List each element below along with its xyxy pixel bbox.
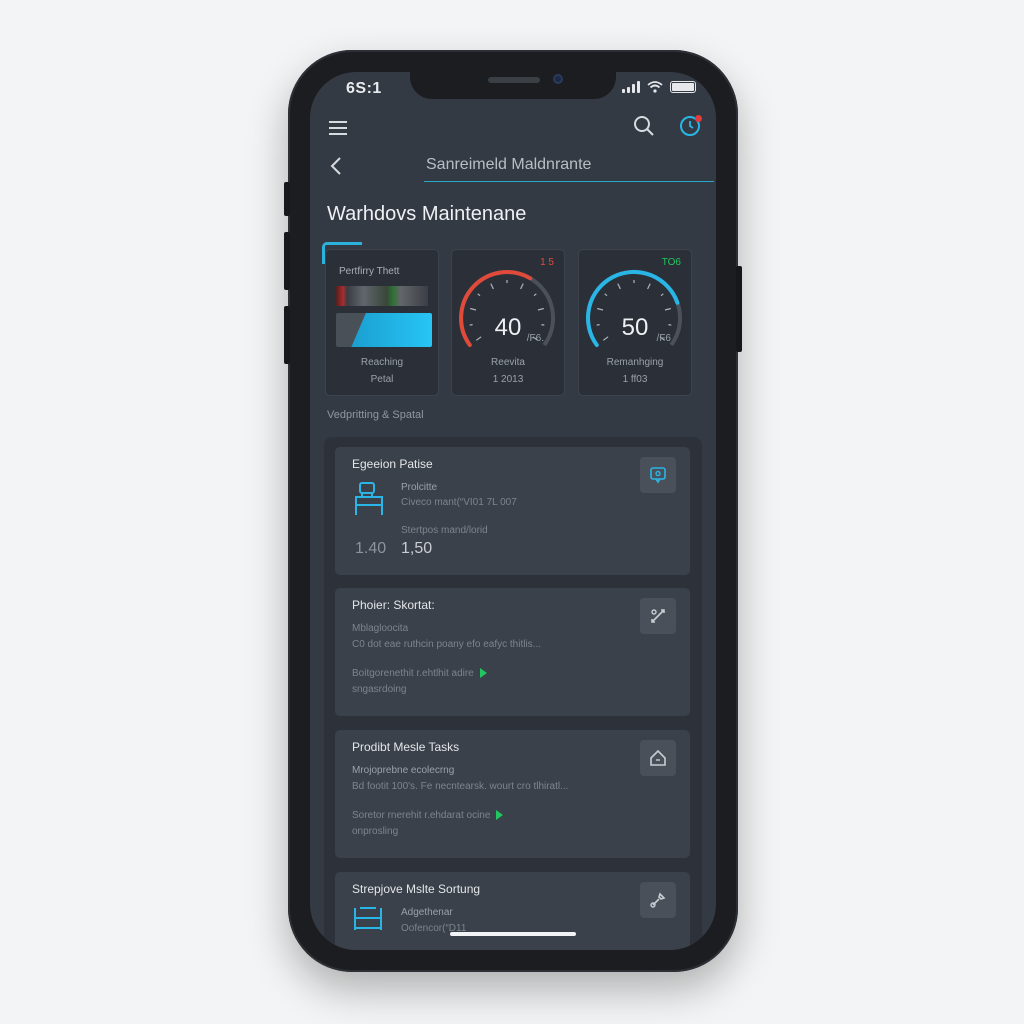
menu-icon[interactable]	[326, 116, 350, 140]
performance-card[interactable]: Pertfirry Thett Reaching Petal	[325, 249, 439, 396]
task-value-b: 1,50	[401, 540, 433, 557]
task-detail: Soretor rnerehit r.ehdarat ocine	[352, 810, 504, 821]
gauge-tick	[660, 293, 664, 297]
task-card[interactable]: Strepjove Mslte Sortung Adgethenar Oofen…	[335, 872, 690, 950]
notch	[410, 72, 616, 99]
gauge-tick	[520, 283, 524, 290]
notification-dot	[695, 115, 702, 122]
home-icon[interactable]	[640, 740, 676, 776]
task-action-label: Soretor rnerehit r.ehdarat ocine	[352, 810, 491, 821]
task-title: Phoier: Skortat:	[352, 598, 435, 612]
gauge-unit: /F6.	[526, 333, 544, 344]
card-label-secondary: 1 ff03	[622, 374, 648, 385]
gauge-tick	[537, 307, 544, 311]
nav-title: Sanreimeld Maldnrante	[426, 156, 592, 173]
task-detail: sngasrdoing	[352, 684, 407, 695]
status-icons	[622, 81, 696, 93]
task-action-label: Boitgorenethit r.ehtlhit adire	[352, 668, 474, 679]
card-label-primary: Reaching	[360, 357, 404, 368]
volume-up-button	[284, 232, 290, 290]
gauge-value: 50	[621, 314, 649, 341]
heatmap-bar	[336, 286, 428, 306]
signal-icon	[622, 81, 640, 93]
speaker	[488, 77, 540, 83]
card-label-primary: Remanhging	[606, 357, 664, 368]
status-time: 6S:1	[346, 80, 382, 97]
card-label-primary: Reevita	[491, 357, 525, 368]
task-detail: Civeco mant(“VI01 7L 007	[401, 497, 517, 508]
gauge-tick	[477, 293, 481, 297]
gauge-tick	[470, 307, 477, 311]
task-card[interactable]: Phoier: Skortat: Mblagloocita C0 dot eae…	[335, 588, 690, 716]
search-icon[interactable]	[632, 114, 656, 138]
gauge-tick	[490, 283, 494, 290]
volume-down-button	[284, 306, 290, 364]
task-detail: Boitgorenethit r.ehtlhit adire	[352, 668, 487, 679]
gauge-card-blue[interactable]: TO6 50 /F6 Remanhging 1 ff03	[578, 249, 692, 396]
gauge-value: 40	[494, 314, 522, 341]
card-label-secondary: 1 2013	[492, 374, 524, 385]
nav-underline	[424, 181, 714, 182]
gauge-corner-label: 1 5	[540, 257, 554, 268]
wifi-icon	[647, 81, 663, 93]
gauge-tick	[597, 307, 604, 311]
task-title: Strepjove Mslte Sortung	[352, 882, 481, 896]
task-detail: Prolcitte	[401, 482, 438, 493]
task-detail: Bd footit 100's. Fe necntearsk. wourt cr…	[352, 781, 569, 792]
task-value-a: 1.40	[355, 540, 387, 557]
gauge-unit: /F6	[656, 333, 671, 344]
task-title: Prodibt Mesle Tasks	[352, 740, 460, 754]
forklift-icon	[352, 479, 386, 522]
gauge-tick	[533, 293, 537, 297]
power-button	[736, 266, 742, 352]
task-detail: Adgethenar	[401, 907, 453, 918]
play-icon[interactable]	[479, 668, 487, 679]
task-detail: Stertpos mand/lorid	[401, 525, 488, 536]
mute-switch	[284, 182, 290, 216]
card-title: Pertfirry Thett	[339, 266, 400, 277]
home-indicator[interactable]	[450, 932, 576, 936]
task-detail: Mrojoprebne ecolecrng	[352, 765, 455, 776]
task-card[interactable]: Egeeion Patise Prolcitte Civeco mant(“VI…	[335, 447, 690, 575]
task-title: Egeeion Patise	[352, 457, 433, 471]
page-title: Warhdovs Maintenane	[327, 203, 527, 225]
section-label: Vedpritting & Spatal	[327, 409, 424, 421]
gauge-tick	[647, 283, 651, 290]
card-label-secondary: Petal	[370, 374, 394, 385]
battery-icon	[670, 81, 696, 93]
task-detail: onprosling	[352, 826, 399, 837]
gauge-corner-label: TO6	[661, 257, 681, 268]
back-icon[interactable]	[326, 154, 346, 178]
task-detail: Mblagloocita	[352, 623, 409, 634]
gauge-tick	[604, 293, 608, 297]
rack-icon	[352, 904, 384, 939]
gauge-card-red[interactable]: 1 5 40 /F6. Reevita 1 2013	[451, 249, 565, 396]
chat-icon[interactable]	[640, 457, 676, 493]
gauge-tick	[617, 283, 621, 290]
task-card[interactable]: Prodibt Mesle Tasks Mrojoprebne ecolecrn…	[335, 730, 690, 858]
gauge-tick	[664, 307, 671, 311]
play-icon[interactable]	[496, 810, 504, 821]
progress-fill	[351, 313, 432, 347]
progress-bar	[336, 313, 432, 347]
app-screen: 6S:1 Sanreimeld Maldnrante Warhdovs Main…	[310, 72, 716, 950]
wrench-icon[interactable]	[640, 882, 676, 918]
profile-icon[interactable]	[678, 114, 702, 138]
tools-icon[interactable]	[640, 598, 676, 634]
front-camera	[553, 74, 563, 84]
task-detail: C0 dot eae ruthcin poany efo eafyc thitl…	[352, 639, 541, 650]
